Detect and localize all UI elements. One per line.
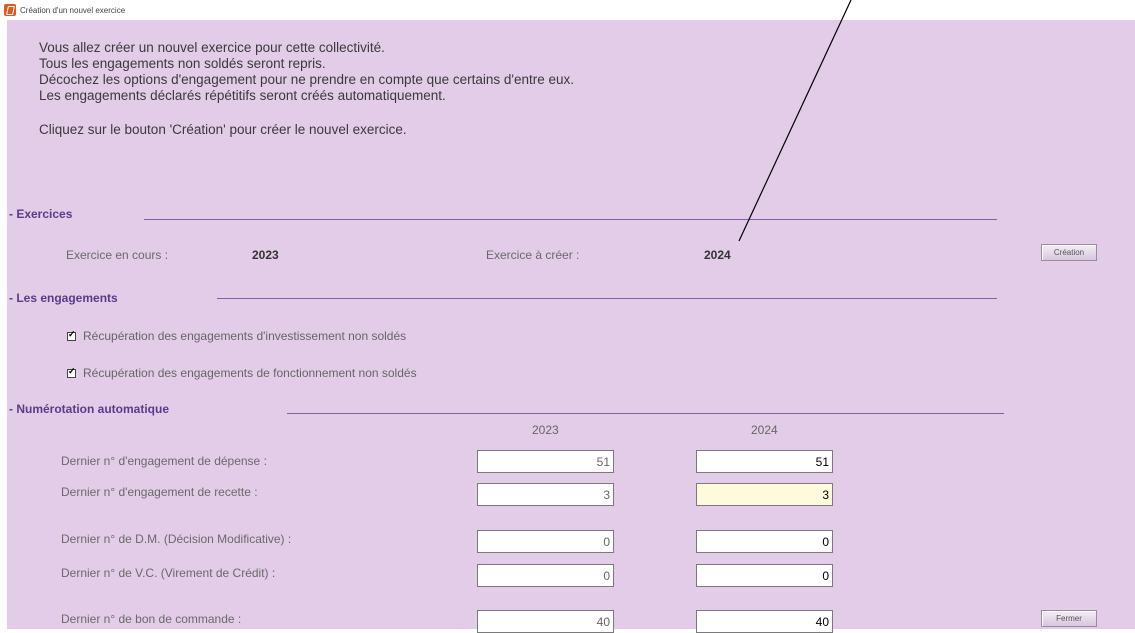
intro-line: Décochez les options d'engagement pour n… — [39, 72, 574, 87]
intro-line: Tous les engagements non soldés seront r… — [39, 56, 326, 71]
option-fonctionnement-label: Récupération des engagements de fonction… — [83, 366, 417, 380]
current-exercise-label: Exercice en cours : — [66, 248, 169, 262]
column-2024-header: 2024 — [751, 423, 778, 437]
section-engagements-label: - Les engagements — [9, 291, 118, 305]
option-fonctionnement[interactable]: Récupération des engagements de fonction… — [67, 366, 417, 380]
intro-line: Les engagements déclarés répétitifs sero… — [39, 88, 446, 103]
input-depense-2023[interactable] — [477, 450, 614, 473]
input-vc-2024[interactable] — [696, 564, 833, 587]
option-investissement-label: Récupération des engagements d'investiss… — [83, 329, 407, 343]
section-exercices-label: - Exercices — [9, 207, 73, 221]
intro-spacer — [39, 104, 574, 122]
dialog-content: Vous allez créer un nouvel exercice pour… — [7, 20, 1135, 633]
input-recette-2023[interactable] — [477, 483, 614, 506]
input-dm-2024[interactable] — [696, 530, 833, 553]
input-bon-commande-2024[interactable] — [696, 610, 833, 633]
input-bon-commande-2023[interactable] — [477, 610, 614, 633]
row-label-vc: Dernier n° de V.C. (Virement de Crédit) … — [61, 566, 276, 580]
new-exercise-value: 2024 — [704, 248, 731, 262]
option-investissement[interactable]: Récupération des engagements d'investiss… — [67, 329, 406, 343]
input-depense-2024[interactable] — [696, 450, 833, 473]
intro-instruction: Cliquez sur le bouton 'Création' pour cr… — [39, 122, 407, 137]
row-label-bon-commande: Dernier n° de bon de commande : — [61, 612, 242, 626]
intro-text: Vous allez créer un nouvel exercice pour… — [39, 40, 574, 138]
input-recette-2024[interactable] — [696, 483, 833, 506]
row-label-dm: Dernier n° de D.M. (Décision Modificativ… — [61, 532, 292, 546]
checkbox-investissement[interactable] — [67, 329, 76, 341]
creation-button[interactable]: Création — [1041, 244, 1097, 261]
row-label-depense: Dernier n° d'engagement de dépense : — [61, 454, 267, 468]
checkbox-fonctionnement[interactable] — [67, 366, 76, 378]
section-numerotation-divider — [287, 413, 1004, 414]
window-title: Création d'un nouvel exercice — [20, 5, 126, 15]
intro-line: Vous allez créer un nouvel exercice pour… — [39, 40, 385, 55]
section-exercices-divider — [144, 219, 997, 220]
column-2023-header: 2023 — [532, 423, 559, 437]
current-exercise-value: 2023 — [252, 248, 279, 262]
title-bar: Création d'un nouvel exercice — [0, 0, 1135, 20]
new-exercise-label: Exercice à créer : — [486, 248, 580, 262]
section-numerotation-label: - Numérotation automatique — [9, 402, 170, 416]
input-vc-2023[interactable] — [477, 564, 614, 587]
input-dm-2023[interactable] — [477, 530, 614, 553]
section-engagements-divider — [217, 298, 997, 299]
app-icon — [4, 4, 16, 16]
fermer-button[interactable]: Fermer — [1041, 610, 1097, 627]
row-label-recette: Dernier n° d'engagement de recette : — [61, 485, 258, 499]
